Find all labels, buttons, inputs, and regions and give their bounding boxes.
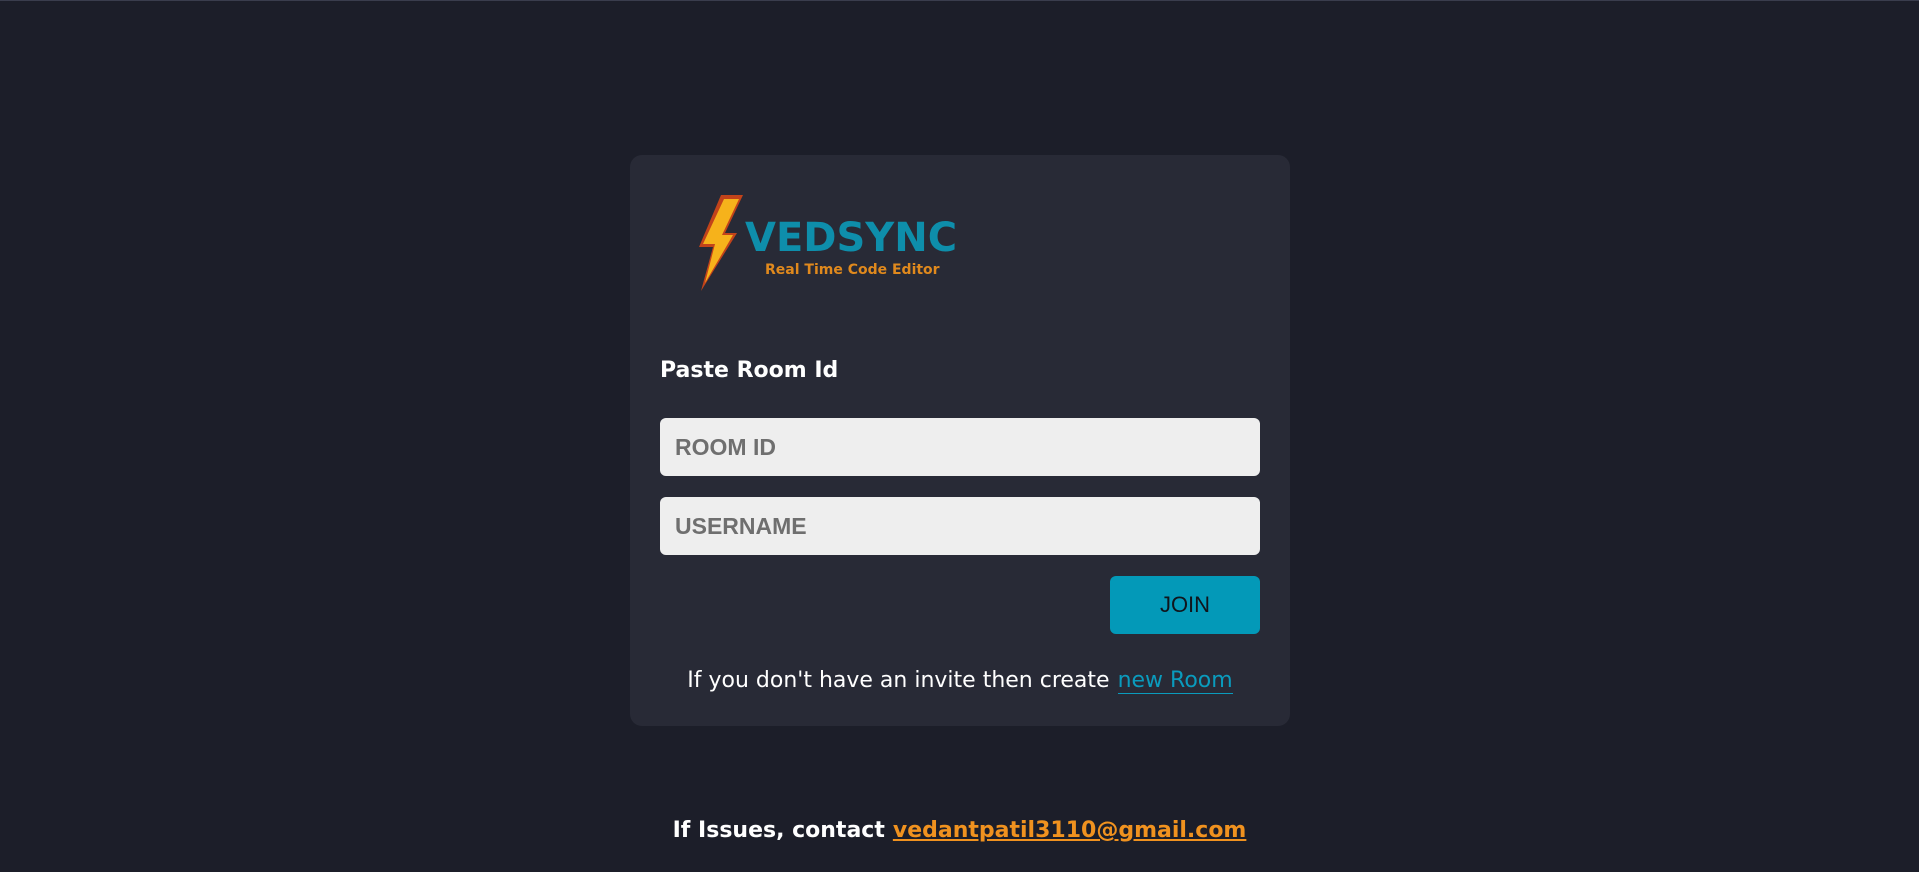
- footer-text: If Issues, contact: [672, 818, 885, 843]
- lightning-bolt-icon: [699, 195, 743, 291]
- invite-message: If you don't have an invite then create: [687, 668, 1110, 693]
- join-room-card: VEDSYNC Real Time Code Editor Paste Room…: [630, 155, 1290, 726]
- username-input[interactable]: [660, 497, 1260, 555]
- join-button[interactable]: JOIN: [1110, 576, 1260, 634]
- footer-contact: If Issues, contact vedantpatil3110@gmail.…: [0, 818, 1919, 843]
- brand-logo: VEDSYNC Real Time Code Editor: [695, 193, 958, 303]
- room-id-input[interactable]: [660, 418, 1260, 476]
- contact-email-link[interactable]: vedantpatil3110@gmail.com: [893, 818, 1247, 843]
- paste-room-id-label: Paste Room Id: [660, 358, 839, 383]
- new-room-link[interactable]: new Room: [1117, 668, 1233, 694]
- top-divider: [0, 0, 1919, 1]
- brand-tagline: Real Time Code Editor: [765, 262, 940, 278]
- brand-name: VEDSYNC: [745, 215, 958, 261]
- invite-text: If you don't have an invite then create n…: [630, 668, 1290, 694]
